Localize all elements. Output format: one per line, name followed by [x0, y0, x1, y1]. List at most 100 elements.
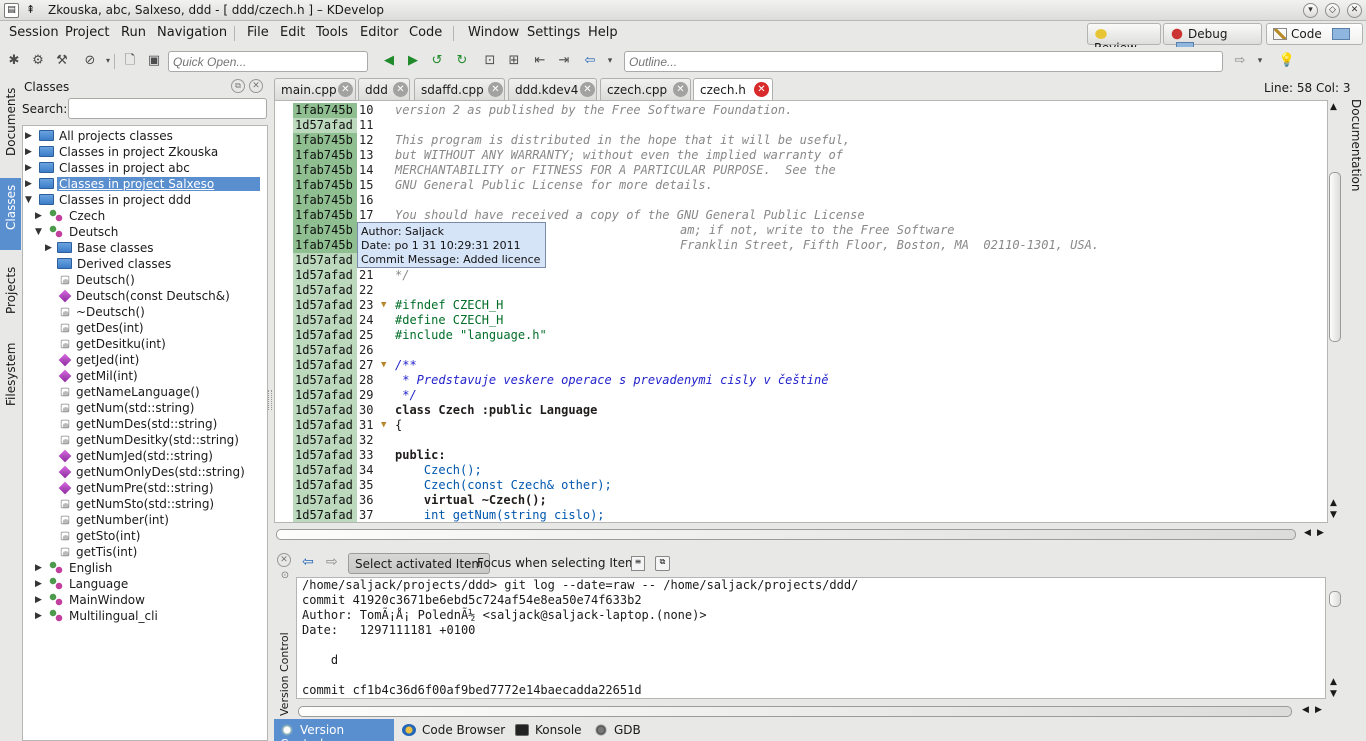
tree-method[interactable]: getTis(int)	[59, 544, 137, 560]
scroll-up-icon[interactable]: ▲	[1330, 498, 1337, 508]
tab-close-icon[interactable]: ✕	[580, 82, 595, 97]
next-context-icon[interactable]: ▶	[403, 51, 423, 71]
tab-code-browser[interactable]: Code Browser	[396, 719, 511, 741]
menu-tools[interactable]: Tools	[316, 24, 348, 41]
back-dropdown-icon[interactable]: ▾	[600, 51, 620, 71]
blame-annotation[interactable]: 1d57afad	[293, 403, 357, 418]
fold-marker-icon[interactable]: ▼	[381, 360, 386, 370]
menu-file[interactable]: File	[247, 24, 269, 41]
menu-run[interactable]: Run	[121, 24, 146, 41]
tree-method[interactable]: getNameLanguage()	[59, 384, 200, 400]
tab-close-icon[interactable]: ✕	[754, 82, 769, 97]
jump-definition-icon[interactable]: ⇥	[554, 51, 574, 71]
maximize-icon[interactable]: ◇	[1325, 3, 1340, 18]
tab-gdb[interactable]: GDB	[588, 719, 647, 741]
tree-project-zkouska[interactable]: ▶ Classes in project Zkouska	[25, 144, 218, 160]
blame-annotation[interactable]: 1d57afad	[293, 433, 357, 448]
menu-edit[interactable]: Edit	[280, 24, 305, 41]
tree-class-mainwindow[interactable]: ▶ MainWindow	[35, 592, 145, 608]
menu-project[interactable]: Project	[65, 24, 109, 41]
vc-document-icon[interactable]: ≡	[631, 556, 645, 571]
left-splitter-handle[interactable]	[268, 390, 272, 410]
expand-arrow-icon[interactable]: ▶	[25, 128, 32, 144]
menu-editor[interactable]: Editor	[360, 24, 398, 41]
tree-project-salxeso[interactable]: ▶ Classes in project Salxeso	[25, 176, 261, 192]
scroll-down-icon[interactable]: ▼	[1330, 510, 1337, 520]
forward-icon[interactable]: ⇨	[1230, 51, 1250, 71]
blame-annotation[interactable]: 1fab745b	[293, 193, 357, 208]
previous-context-icon[interactable]: ◀	[379, 51, 399, 71]
tree-class-deutsch[interactable]: ▼ Deutsch	[35, 224, 118, 240]
blame-annotation[interactable]: 1fab745b	[293, 163, 357, 178]
tree-method[interactable]: getNumber(int)	[59, 512, 169, 528]
tab-documents[interactable]: Documents	[0, 80, 21, 170]
window-menu-icon[interactable]: ▤	[4, 3, 19, 18]
tree-method[interactable]: getNumDesitky(std::string)	[59, 432, 239, 448]
forward-dropdown-icon[interactable]: ▾	[1250, 51, 1270, 71]
fold-marker-icon[interactable]: ▼	[381, 300, 386, 310]
tree-class-czech[interactable]: ▶ Czech	[35, 208, 105, 224]
blame-annotation[interactable]: 1d57afad	[293, 268, 357, 283]
hscroll-thumb[interactable]	[276, 529, 1296, 540]
hint-icon[interactable]: 💡	[1277, 51, 1297, 71]
vc-output[interactable]: /home/saljack/projects/ddd> git log --da…	[296, 577, 1326, 699]
expand-arrow-icon[interactable]: ▶	[25, 160, 32, 176]
blame-annotation[interactable]: 1fab745b	[293, 133, 357, 148]
code-editor[interactable]: 1fab745b 10 version 2 as published by the …	[274, 100, 1328, 523]
class-search-input[interactable]	[68, 98, 267, 119]
tree-method[interactable]: getNumSto(std::string)	[59, 496, 214, 512]
tree-method[interactable]: getNumPre(std::string)	[58, 480, 214, 496]
tree-class-multilingual-cli[interactable]: ▶ Multilingual_cli	[35, 608, 158, 624]
vc-vertical-scrollbar[interactable]: ▲ ▼	[1328, 577, 1342, 703]
back-icon[interactable]: ⇦	[580, 51, 600, 71]
tab-ddd[interactable]: ddd ✕	[358, 78, 410, 100]
area-debug-button[interactable]: Debug	[1163, 23, 1262, 54]
collapse-arrow-icon[interactable]: ▼	[35, 224, 42, 240]
expand-arrow-icon[interactable]: ▶	[35, 608, 42, 624]
blame-annotation[interactable]: 1d57afad	[293, 283, 357, 298]
configure-icon[interactable]: ✱	[4, 51, 24, 71]
expand-arrow-icon[interactable]: ▶	[25, 176, 32, 192]
scroll-right-icon[interactable]: ▶	[1315, 705, 1322, 715]
tree-method[interactable]: getDesitku(int)	[59, 336, 166, 352]
tab-close-icon[interactable]: ✕	[673, 82, 688, 97]
blame-annotation[interactable]: 1d57afad	[293, 478, 357, 493]
blame-annotation[interactable]: 1d57afad	[293, 328, 357, 343]
blame-annotation[interactable]: 1d57afad	[293, 253, 357, 268]
jump-forward-icon[interactable]: ↻	[452, 51, 472, 71]
tab-sdaffd-cpp[interactable]: sdaffd.cpp ✕	[414, 78, 505, 100]
vc-back-icon[interactable]: ⇦	[302, 554, 314, 570]
stop-dropdown-icon[interactable]: ▾	[98, 51, 118, 71]
tab-version-control[interactable]: Version Control	[274, 719, 394, 741]
blame-annotation[interactable]: 1d57afad	[293, 493, 357, 508]
tree-class-english[interactable]: ▶ English	[35, 560, 112, 576]
tab-czech-cpp[interactable]: czech.cpp ✕	[600, 78, 691, 100]
build-icon[interactable]: ⚙	[28, 51, 48, 71]
tab-documentation[interactable]: Documentation	[1346, 97, 1366, 192]
expand-arrow-icon[interactable]: ▶	[45, 240, 52, 256]
close-panel-icon[interactable]: ✕	[249, 79, 263, 93]
blame-annotation[interactable]: 1fab745b	[293, 103, 357, 118]
tree-method[interactable]: getNumOnlyDes(std::string)	[58, 464, 245, 480]
outline-input[interactable]	[624, 51, 1223, 72]
tree-method[interactable]: getJed(int)	[58, 352, 139, 368]
menu-code[interactable]: Code	[409, 24, 442, 41]
area-review-button[interactable]: Review	[1087, 23, 1161, 55]
blame-annotation[interactable]: 1fab745b	[293, 148, 357, 163]
previous-function-icon[interactable]: ⊡	[480, 51, 500, 71]
tab-projects[interactable]: Projects	[0, 258, 21, 330]
expand-arrow-icon[interactable]: ▶	[35, 560, 42, 576]
tab-main-cpp[interactable]: main.cpp ✕	[274, 78, 356, 100]
stop-icon[interactable]: ⊘	[80, 51, 100, 71]
next-function-icon[interactable]: ⊞	[504, 51, 524, 71]
vc-copy-icon[interactable]: ⧉	[655, 556, 670, 571]
scroll-down-icon[interactable]: ▼	[1330, 689, 1337, 699]
minimize-icon[interactable]: ▾	[1303, 3, 1318, 18]
blame-annotation[interactable]: 1d57afad	[293, 373, 357, 388]
menu-window[interactable]: Window	[468, 24, 519, 41]
save-icon[interactable]: ▣	[144, 51, 164, 71]
install-icon[interactable]: ⚒	[52, 51, 72, 71]
tree-method[interactable]: getNum(std::string)	[59, 400, 194, 416]
blame-annotation[interactable]: 1d57afad	[293, 448, 357, 463]
tree-method[interactable]: Deutsch()	[59, 272, 135, 288]
